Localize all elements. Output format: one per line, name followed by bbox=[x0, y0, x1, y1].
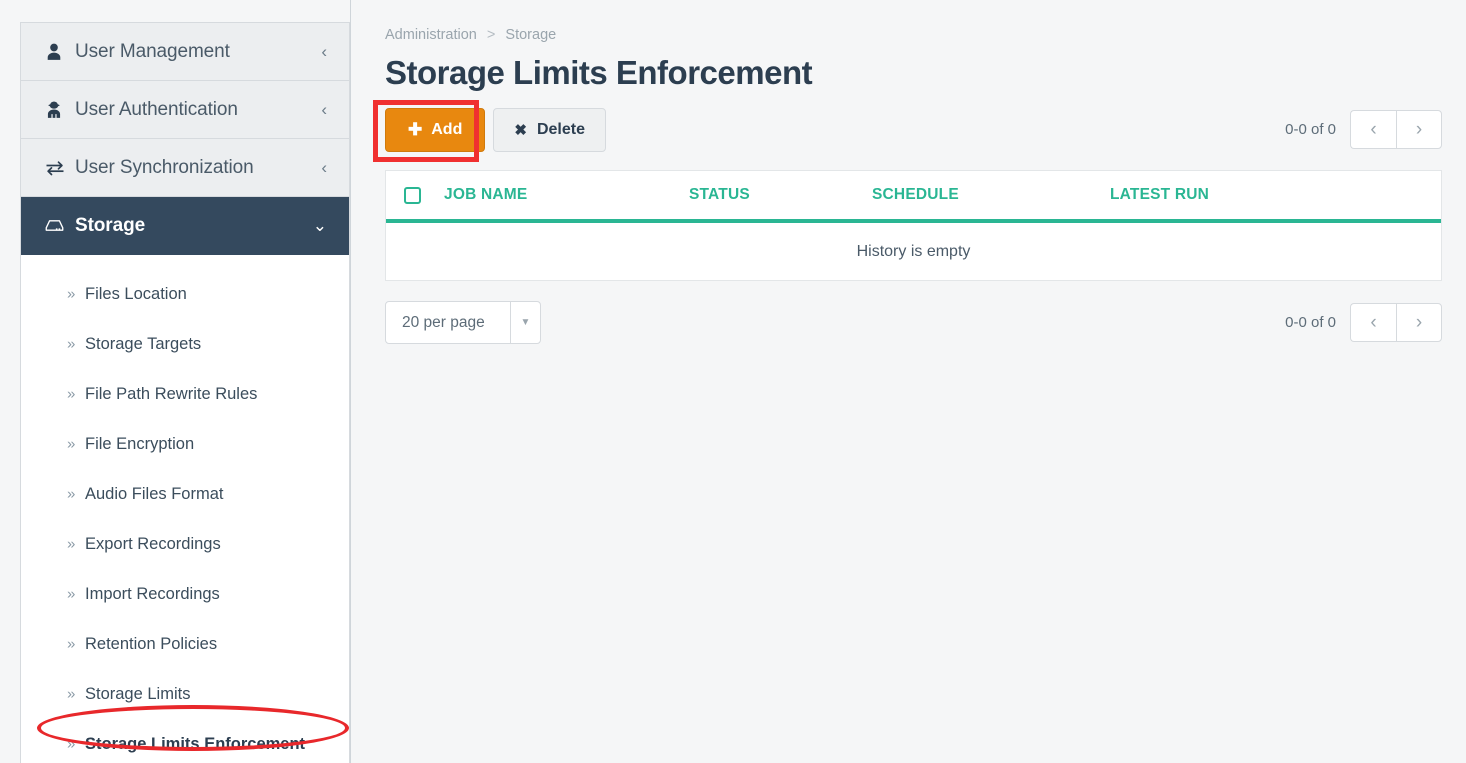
breadcrumb-root[interactable]: Administration bbox=[385, 27, 477, 43]
add-button-label: Add bbox=[431, 121, 463, 138]
double-chevron-right-icon: » bbox=[67, 685, 76, 703]
sidebar-item-label: Storage Limits Enforcement bbox=[85, 734, 306, 753]
chevron-left-icon: ‹ bbox=[1370, 311, 1377, 333]
next-page-button-bottom[interactable]: › bbox=[1396, 303, 1442, 342]
sidebar-item-label: File Path Rewrite Rules bbox=[85, 384, 258, 403]
sidebar-item-storage-targets[interactable]: » Storage Targets bbox=[21, 319, 349, 369]
select-all-checkbox[interactable] bbox=[404, 186, 421, 204]
user-icon bbox=[45, 43, 71, 61]
chevron-right-icon: › bbox=[1415, 311, 1423, 333]
main-content: Administration > Storage Storage Limits … bbox=[351, 0, 1466, 763]
chevron-down-icon: ▼ bbox=[510, 302, 540, 343]
double-chevron-right-icon: » bbox=[67, 335, 76, 353]
double-chevron-right-icon: » bbox=[67, 285, 76, 303]
double-chevron-right-icon: » bbox=[67, 385, 76, 403]
select-all-cell bbox=[404, 186, 444, 204]
plus-icon: ✚ bbox=[408, 120, 423, 139]
column-header-status[interactable]: STATUS bbox=[689, 186, 872, 204]
column-header-latest-run[interactable]: LATEST RUN bbox=[1110, 186, 1441, 204]
sidebar-item-label: Storage Targets bbox=[85, 334, 202, 353]
jobs-table: JOB NAME STATUS SCHEDULE LATEST RUN Hist… bbox=[385, 170, 1442, 281]
prev-page-button-top[interactable]: ‹ bbox=[1350, 110, 1396, 149]
sidebar-group-user-synchronization[interactable]: User Synchronization ‹ bbox=[21, 139, 349, 197]
sidebar-group-user-authentication[interactable]: User Authentication ‹ bbox=[21, 81, 349, 139]
double-chevron-right-icon: » bbox=[67, 485, 76, 503]
sidebar-item-label: Export Recordings bbox=[85, 534, 221, 553]
sidebar-group-label: User Authentication bbox=[75, 98, 238, 120]
double-chevron-right-icon: » bbox=[67, 535, 76, 553]
sidebar-group-storage[interactable]: Storage ⌄ bbox=[21, 197, 349, 255]
chevron-left-icon: ‹ bbox=[321, 42, 327, 61]
chevron-left-icon: ‹ bbox=[321, 100, 327, 119]
toolbar: ✚ Add ✖ Delete 0-0 of 0 ‹ › bbox=[373, 100, 1442, 162]
sidebar-item-label: Audio Files Format bbox=[85, 484, 224, 503]
pagination-top: 0-0 of 0 ‹ › bbox=[1285, 110, 1442, 149]
chevron-down-icon: ⌄ bbox=[312, 216, 327, 235]
table-header-row: JOB NAME STATUS SCHEDULE LATEST RUN bbox=[386, 171, 1441, 223]
app-root: User Management ‹ User Authentication ‹ … bbox=[0, 0, 1466, 763]
chevron-left-icon: ‹ bbox=[321, 158, 327, 177]
sidebar-item-label: Files Location bbox=[85, 284, 187, 303]
table-footer: 20 per page ▼ 0-0 of 0 ‹ › bbox=[385, 301, 1442, 347]
sidebar-group-user-management[interactable]: User Management ‹ bbox=[21, 23, 349, 81]
double-chevron-right-icon: » bbox=[67, 435, 76, 453]
sidebar-item-label: Retention Policies bbox=[85, 634, 218, 653]
exchange-arrows-icon bbox=[45, 159, 71, 177]
breadcrumb-separator-icon: > bbox=[486, 27, 496, 43]
prev-page-button-bottom[interactable]: ‹ bbox=[1350, 303, 1396, 342]
sidebar-item-storage-limits-enforcement[interactable]: » Storage Limits Enforcement bbox=[21, 719, 349, 763]
hard-drive-icon bbox=[45, 216, 71, 235]
sidebar-group-label: User Management bbox=[75, 40, 230, 62]
sidebar-group-label: User Synchronization bbox=[75, 156, 254, 178]
delete-button-label: Delete bbox=[536, 121, 585, 138]
sidebar-panel: User Management ‹ User Authentication ‹ … bbox=[20, 22, 350, 763]
sidebar-item-files-location[interactable]: » Files Location bbox=[21, 269, 349, 319]
sidebar-item-file-path-rewrite-rules[interactable]: » File Path Rewrite Rules bbox=[21, 369, 349, 419]
double-chevron-right-icon: » bbox=[67, 635, 76, 653]
sidebar-item-export-recordings[interactable]: » Export Recordings bbox=[21, 519, 349, 569]
pagination-count-top: 0-0 of 0 bbox=[1285, 121, 1336, 138]
x-icon: ✖ bbox=[514, 122, 527, 139]
chevron-right-icon: › bbox=[1415, 118, 1423, 140]
column-header-job-name[interactable]: JOB NAME bbox=[444, 186, 689, 204]
double-chevron-right-icon: » bbox=[67, 735, 76, 753]
sidebar-item-audio-files-format[interactable]: » Audio Files Format bbox=[21, 469, 349, 519]
sidebar-item-file-encryption[interactable]: » File Encryption bbox=[21, 419, 349, 469]
toolbar-buttons: ✚ Add ✖ Delete bbox=[385, 108, 1442, 152]
per-page-value: 20 per page bbox=[402, 313, 485, 331]
column-header-schedule[interactable]: SCHEDULE bbox=[872, 186, 1110, 204]
double-chevron-right-icon: » bbox=[67, 585, 76, 603]
sidebar-item-storage-limits[interactable]: » Storage Limits bbox=[21, 669, 349, 719]
table-empty-message: History is empty bbox=[856, 242, 971, 260]
sidebar-sublist-storage: » Files Location » Storage Targets » Fil… bbox=[21, 255, 349, 763]
next-page-button-top[interactable]: › bbox=[1396, 110, 1442, 149]
page-title: Storage Limits Enforcement bbox=[385, 54, 813, 91]
pagination-bottom: 0-0 of 0 ‹ › bbox=[1285, 303, 1442, 342]
chevron-left-icon: ‹ bbox=[1370, 118, 1377, 140]
delete-button[interactable]: ✖ Delete bbox=[493, 108, 606, 152]
sidebar-item-label: Storage Limits bbox=[85, 684, 191, 703]
sidebar-item-label: Import Recordings bbox=[85, 584, 220, 603]
sidebar-group-label: Storage bbox=[75, 214, 146, 236]
sidebar-item-retention-policies[interactable]: » Retention Policies bbox=[21, 619, 349, 669]
sidebar: User Management ‹ User Authentication ‹ … bbox=[0, 0, 351, 763]
pagination-count-bottom: 0-0 of 0 bbox=[1285, 314, 1336, 331]
pagination-buttons-bottom: ‹ › bbox=[1350, 303, 1442, 342]
sidebar-item-label: File Encryption bbox=[85, 434, 195, 453]
breadcrumb-leaf[interactable]: Storage bbox=[505, 27, 556, 43]
pagination-buttons-top: ‹ › bbox=[1350, 110, 1442, 149]
secret-agent-icon bbox=[45, 101, 71, 119]
per-page-select[interactable]: 20 per page ▼ bbox=[385, 301, 541, 344]
add-button[interactable]: ✚ Add bbox=[385, 108, 486, 152]
sidebar-item-import-recordings[interactable]: » Import Recordings bbox=[21, 569, 349, 619]
breadcrumb: Administration > Storage bbox=[385, 27, 1442, 43]
